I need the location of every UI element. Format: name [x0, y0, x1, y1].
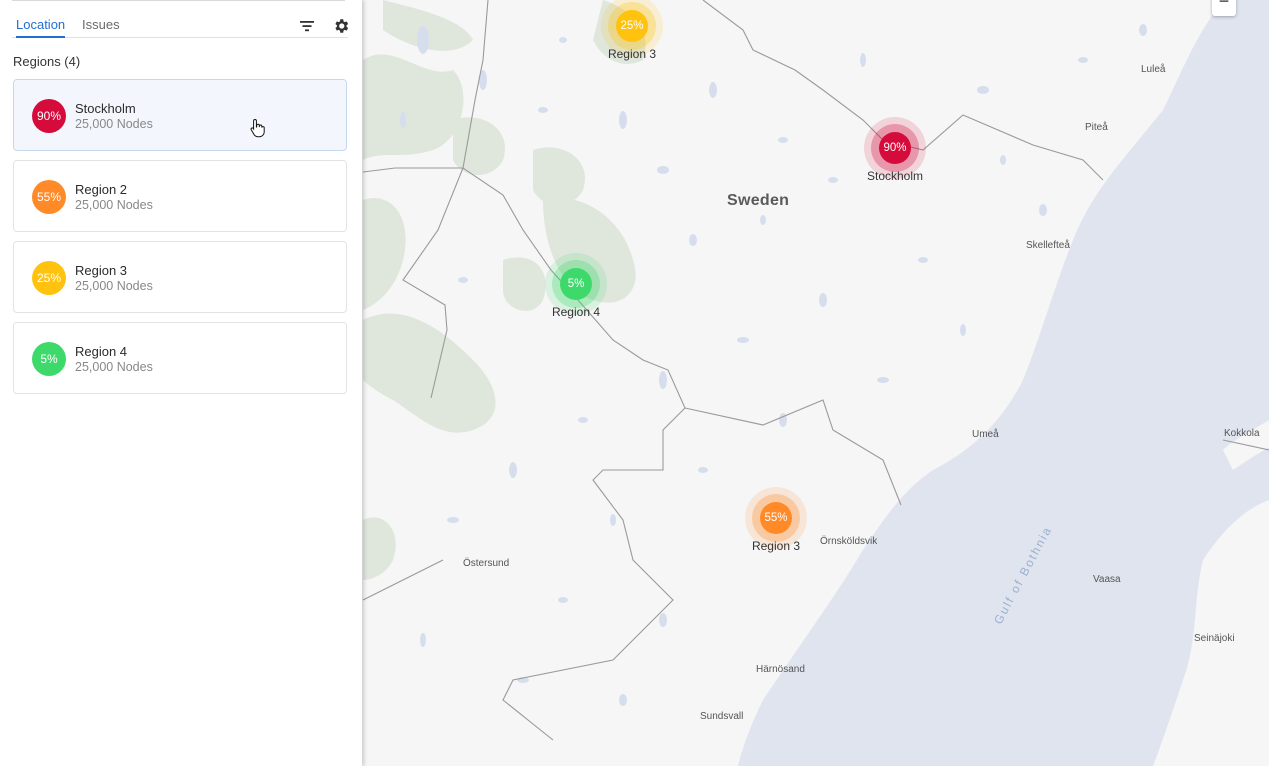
filter-icon[interactable]: [298, 17, 316, 35]
region-card-region-4[interactable]: 5% Region 4 25,000 Nodes: [13, 322, 347, 394]
hand-cursor-icon: [250, 118, 265, 138]
regions-heading: Regions (4): [13, 54, 81, 69]
zoom-out-button[interactable]: −: [1212, 0, 1236, 16]
percent-badge: 90%: [32, 99, 66, 133]
region-card-stockholm[interactable]: 90% Stockholm 25,000 Nodes: [13, 79, 347, 151]
region-name: Stockholm: [75, 101, 136, 116]
place-label: Skellefteå: [1026, 240, 1070, 251]
marker-label: Region 4: [551, 305, 601, 319]
percent-badge: 5%: [32, 342, 66, 376]
marker-label: Region 3: [607, 47, 657, 61]
region-name: Region 4: [75, 344, 128, 359]
region-card-region-3[interactable]: 25% Region 3 25,000 Nodes: [13, 241, 347, 313]
region-name: Region 3: [75, 263, 128, 278]
divider: [12, 0, 345, 1]
place-label: Kokkola: [1224, 428, 1260, 439]
place-label: Härnösand: [756, 664, 805, 675]
region-name: Region 2: [75, 182, 128, 197]
percent-badge: 25%: [32, 261, 66, 295]
sidebar: Location Issues Regions (4) 90% Stockhol…: [0, 0, 362, 766]
region-card-region-2[interactable]: 55% Region 2 25,000 Nodes: [13, 160, 347, 232]
region-nodes: 25,000 Nodes: [75, 117, 153, 131]
marker-label: Stockholm: [866, 169, 924, 183]
marker-percent: 55%: [760, 502, 792, 534]
marker-percent: 5%: [560, 268, 592, 300]
map[interactable]: Sweden Gulf of Bothnia Luleå Piteå Skell…: [363, 0, 1269, 766]
place-label: Piteå: [1085, 122, 1108, 133]
marker-percent: 25%: [616, 10, 648, 42]
map-base: [363, 0, 1269, 766]
tab-location[interactable]: Location: [16, 17, 66, 38]
place-label: Östersund: [463, 558, 510, 569]
marker-percent: 90%: [879, 132, 911, 164]
region-nodes: 25,000 Nodes: [75, 360, 153, 374]
place-label: Seinäjoki: [1194, 633, 1235, 644]
place-label: Vaasa: [1093, 574, 1121, 585]
country-label: Sweden: [727, 192, 790, 209]
place-label: Luleå: [1141, 64, 1166, 75]
percent-badge: 55%: [32, 180, 66, 214]
region-nodes: 25,000 Nodes: [75, 198, 153, 212]
marker-label: Region 3: [751, 539, 801, 553]
gear-icon[interactable]: [332, 17, 350, 35]
place-label: Umeå: [972, 429, 999, 440]
region-nodes: 25,000 Nodes: [75, 279, 153, 293]
tab-issues[interactable]: Issues: [82, 17, 120, 32]
place-label: Sundsvall: [700, 711, 744, 722]
